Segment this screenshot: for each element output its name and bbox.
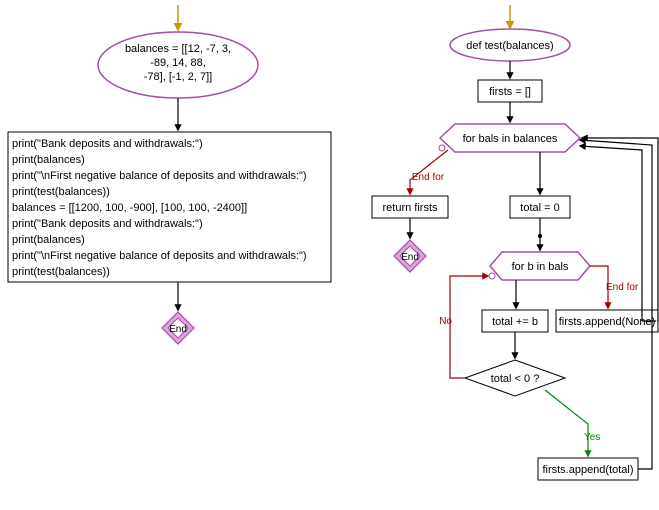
inner-loop-port xyxy=(489,273,495,279)
end-label-right: End xyxy=(401,252,419,263)
cond-no-label: No xyxy=(439,316,452,327)
code-block-text: print("Bank deposits and withdrawals:") … xyxy=(12,136,327,278)
outer-loop-text: for bals in balances xyxy=(463,133,558,145)
arrow-appendnone-back xyxy=(582,138,658,321)
accum-text: total += b xyxy=(492,316,538,328)
end-node-right: End xyxy=(394,240,426,272)
start-text-left-line2: -89, 14, 88, xyxy=(150,57,206,69)
code-block-text-container: print("Bank deposits and withdrawals:") … xyxy=(12,136,327,278)
joint-dot-above-inner xyxy=(538,234,542,238)
end-label-left: End xyxy=(169,324,187,335)
flowchart-diagram: balances = [[12, -7, 3, -89, 14, 88, -78… xyxy=(0,0,659,510)
outer-loop-port xyxy=(439,145,445,151)
append-none-text: firsts.append(None) xyxy=(559,316,656,328)
arrow-appendtotal-back xyxy=(580,140,652,469)
append-total-text: firsts.append(total) xyxy=(542,464,633,476)
inner-loop-text: for b in bals xyxy=(512,261,569,273)
init-firsts-text: firsts = [] xyxy=(489,86,531,98)
start-text-left-line1: balances = [[12, -7, 3, xyxy=(125,43,231,55)
cond-text: total < 0 ? xyxy=(491,373,540,385)
outer-endfor-label: End for xyxy=(412,172,445,183)
return-text: return firsts xyxy=(382,202,438,214)
start-text-left-line3: -78], [-1, 2, 7]] xyxy=(144,71,212,83)
end-node-left: End xyxy=(162,312,194,344)
arrow-cond-yes xyxy=(545,390,588,456)
func-def-text: def test(balances) xyxy=(466,40,553,52)
inner-endfor-label: End for xyxy=(606,282,639,293)
cond-yes-label: Yes xyxy=(584,432,600,443)
total-init-text: total = 0 xyxy=(520,202,559,214)
